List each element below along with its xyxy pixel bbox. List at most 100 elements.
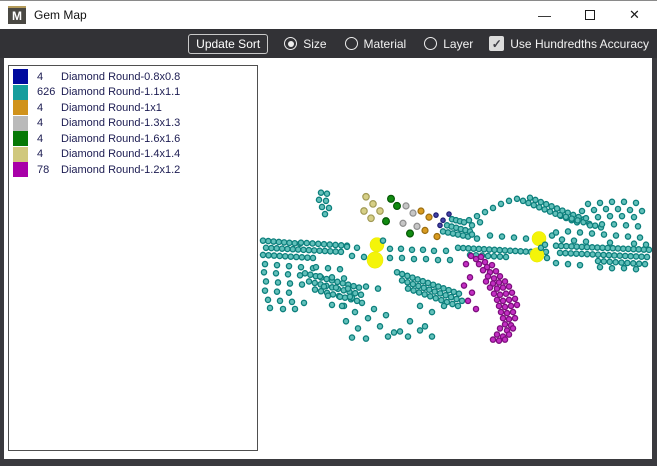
teal-gem-dot [309, 254, 317, 262]
teal-gem-dot [270, 252, 278, 259]
teal-gem-dot [415, 282, 422, 290]
legend-item[interactable]: 4 Diamond Round-1x1 [9, 100, 257, 116]
magenta-gem-dot [496, 273, 504, 280]
teal-gem-dot [311, 286, 319, 293]
teal-gem-dot [312, 263, 320, 271]
teal-gem-dot [558, 236, 566, 243]
teal-gem-dot [424, 279, 432, 287]
minimize-icon: — [538, 7, 551, 23]
teal-gem-dot [274, 279, 282, 286]
teal-gem-dot [273, 288, 281, 295]
orange-gem-dot [417, 207, 425, 215]
teal-gem-dot [599, 244, 606, 252]
teal-gem-dot [382, 311, 390, 319]
teal-gem-dot [512, 247, 519, 255]
legend-item[interactable]: 626 Diamond Round-1.1x1.1 [9, 84, 257, 101]
teal-gem-dot [287, 253, 295, 260]
teal-gem-dot [618, 212, 626, 220]
teal-gem-dot [300, 246, 307, 254]
legend-item[interactable]: 78 Diamond Round-1.2x1.2 [9, 162, 257, 178]
teal-gem-dot [636, 234, 644, 241]
teal-gem-dot [334, 278, 341, 286]
teal-gem-dot [497, 200, 505, 208]
map-area: 4 Diamond Round-0.8x0.8 626 Diamond Round-1… [0, 58, 657, 466]
legend-item[interactable]: 4 Diamond Round-1.4x1.4 [9, 146, 257, 163]
legend-item[interactable]: 4 Diamond Round-1.6x1.6 [9, 131, 257, 147]
magenta-gem-dot [503, 309, 511, 317]
teal-gem-dot [542, 248, 550, 256]
teal-gem-dot [541, 206, 548, 213]
teal-gem-dot [265, 237, 272, 245]
teal-gem-dot [552, 259, 560, 267]
teal-gem-dot [409, 274, 416, 281]
legend-item[interactable]: 4 Diamond Round-1.3x1.3 [9, 115, 257, 132]
teal-gem-dot [502, 253, 510, 261]
teal-gem-dot [397, 245, 405, 253]
teal-gem-dot [386, 245, 394, 253]
radio-size[interactable]: Size [284, 37, 327, 51]
teal-gem-dot [414, 276, 421, 283]
teal-gem-dot [337, 242, 345, 249]
teal-gem-dot [564, 260, 572, 268]
teal-gem-dot [634, 223, 642, 230]
teal-gem-dot [608, 264, 616, 272]
teal-gem-dot [268, 244, 275, 252]
color-swatch [13, 146, 28, 162]
magenta-gem-dot [489, 336, 497, 343]
teal-gem-dot [355, 284, 363, 291]
teal-gem-dot [484, 252, 492, 260]
teal-gem-dot [611, 252, 618, 259]
teal-gem-dot [556, 211, 564, 219]
teal-gem-dot [594, 213, 602, 221]
teal-gem-dot [278, 245, 286, 252]
teal-gem-dot [632, 265, 640, 273]
magenta-gem-dot [468, 289, 476, 296]
teal-gem-dot [285, 262, 293, 270]
teal-gem-dot [576, 261, 584, 269]
minimize-button[interactable]: — [522, 1, 567, 29]
teal-gem-dot [605, 251, 613, 259]
teal-gem-dot [576, 229, 584, 236]
teal-gem-dot [620, 264, 628, 272]
teal-gem-dot [643, 253, 651, 261]
teal-gem-dot [546, 208, 554, 215]
radio-material[interactable]: Material [344, 37, 406, 51]
teal-gem-dot [446, 256, 454, 264]
legend-item[interactable]: 4 Diamond Round-0.8x0.8 [9, 69, 257, 85]
teal-gem-dot [426, 286, 433, 294]
orange-gem-dot [425, 213, 433, 221]
legend-panel[interactable]: 4 Diamond Round-0.8x0.8 626 Diamond Round-1… [8, 65, 258, 451]
teal-gem-dot [627, 252, 634, 260]
gem-count: 4 [37, 148, 44, 161]
teal-gem-dot [284, 270, 292, 278]
use-hundredths-checkbox[interactable]: ✓ Use Hundredths Accuracy [489, 36, 649, 51]
teal-gem-dot [432, 294, 440, 302]
app-icon: M [8, 6, 26, 24]
magenta-gem-dot [479, 266, 487, 274]
teal-gem-dot [323, 275, 330, 283]
teal-gem-dot [434, 256, 442, 264]
teal-gem-dot [519, 197, 527, 205]
teal-gem-dot [327, 247, 334, 255]
magenta-gem-dot [499, 297, 507, 305]
close-button[interactable]: ✕ [612, 1, 657, 29]
teal-gem-dot [486, 246, 493, 253]
maximize-button[interactable] [567, 1, 612, 29]
teal-gem-dot [410, 287, 417, 294]
magenta-gem-dot [493, 331, 501, 338]
teal-gem-dot [586, 222, 594, 229]
teal-gem-dot [338, 302, 346, 310]
teal-gem-dot [421, 323, 429, 330]
magenta-gem-dot [493, 296, 501, 304]
teal-gem-dot [588, 244, 596, 251]
teal-gem-dot [326, 241, 333, 248]
teal-gem-dot [317, 189, 325, 197]
update-sort-button[interactable]: Update Sort [188, 33, 269, 54]
navy-gem-dot [440, 217, 446, 224]
silver-gem-dot [399, 219, 407, 227]
radio-layer[interactable]: Layer [424, 37, 473, 51]
color-swatch [13, 115, 28, 131]
teal-gem-dot [444, 229, 452, 236]
teal-gem-dot [322, 197, 330, 205]
teal-gem-dot [298, 281, 306, 288]
